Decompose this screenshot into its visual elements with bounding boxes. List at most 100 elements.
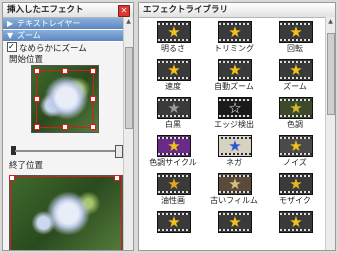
effect-thumbnail: ★ [279, 211, 313, 233]
slider-track [15, 150, 119, 152]
zoom-time-slider[interactable] [11, 145, 125, 158]
crop-handle[interactable] [90, 68, 96, 74]
effect-library-title: エフェクトライブラリ [139, 3, 335, 18]
effect-item[interactable]: ★ トリミング [204, 21, 264, 58]
star-icon: ★ [289, 137, 303, 155]
effect-thumbnail: ★ [279, 173, 313, 195]
crop-handle[interactable] [114, 175, 120, 181]
star-icon: ☆ [228, 99, 242, 117]
star-icon: ★ [167, 23, 181, 41]
effect-item[interactable]: ★ 明るさ [143, 21, 203, 58]
effect-item[interactable]: ★ 白黒 [143, 97, 203, 134]
effect-item[interactable]: ★ ノイズ [265, 135, 325, 172]
effect-item[interactable]: ★ [143, 211, 203, 248]
scroll-up-icon[interactable]: ▲ [327, 18, 334, 26]
crop-handle[interactable] [34, 68, 40, 74]
start-position-preview[interactable] [31, 65, 99, 133]
inserted-effects-title: 挿入したエフェクト [3, 3, 133, 18]
crop-handle[interactable] [90, 96, 96, 102]
effect-label: 回転 [287, 44, 303, 53]
effect-item[interactable]: ★ 色調 [265, 97, 325, 134]
star-icon: ★ [167, 175, 181, 193]
effect-item[interactable]: ★ [204, 211, 264, 248]
effect-label: 白黒 [165, 120, 181, 129]
section-zoom[interactable]: ▼ ズーム [3, 30, 133, 42]
star-icon: ★ [228, 61, 242, 79]
effect-label: 速度 [165, 82, 181, 91]
effect-label: ネガ [226, 158, 242, 167]
left-scrollbar[interactable]: ▲ [123, 17, 133, 250]
section-zoom-label: ズーム [17, 31, 41, 40]
crop-handle[interactable] [90, 124, 96, 130]
star-icon: ★ [228, 175, 242, 193]
star-icon: ★ [289, 61, 303, 79]
right-scrollbar[interactable]: ▲ [325, 17, 335, 250]
effect-item[interactable]: ★ 古いフィルム [204, 173, 264, 210]
effect-thumbnail: ★ [279, 97, 313, 119]
effect-label: エッジ検出 [214, 120, 254, 129]
crop-handle[interactable] [34, 124, 40, 130]
end-crop-frame[interactable] [10, 176, 122, 250]
scroll-thumb[interactable] [125, 47, 133, 129]
effect-label: トリミング [214, 44, 254, 53]
effect-label: 明るさ [161, 44, 185, 53]
star-icon: ★ [167, 137, 181, 155]
effect-item[interactable]: ★ 速度 [143, 59, 203, 96]
effect-item[interactable]: ★ モザイク [265, 173, 325, 210]
effect-item[interactable]: ★ [265, 211, 325, 248]
section-text-layer-label: テキストレイヤー [17, 19, 81, 28]
expand-arrow-icon: ▶ [7, 19, 14, 28]
effect-thumbnail: ★ [157, 59, 191, 81]
effect-item[interactable]: ★ 油性画 [143, 173, 203, 210]
effect-item[interactable]: ★ ネガ [204, 135, 264, 172]
effect-thumbnail: ★ [157, 135, 191, 157]
star-icon: ★ [167, 213, 181, 231]
effect-label: 色調 [287, 120, 303, 129]
effect-thumbnail: ★ [279, 59, 313, 81]
effect-thumbnail: ☆ [218, 97, 252, 119]
star-icon: ★ [167, 61, 181, 79]
effect-item[interactable]: ★ ズーム [265, 59, 325, 96]
effect-item[interactable]: ☆ エッジ検出 [204, 97, 264, 134]
effect-label: モザイク [279, 196, 311, 205]
effect-label: ノイズ [283, 158, 307, 167]
effect-thumbnail: ★ [157, 21, 191, 43]
effect-thumbnail: ★ [218, 211, 252, 233]
star-icon: ★ [289, 23, 303, 41]
crop-handle[interactable] [62, 124, 68, 130]
effect-label: 油性画 [161, 196, 185, 205]
effect-thumbnail: ★ [218, 21, 252, 43]
section-text-layer[interactable]: ▶ テキストレイヤー [3, 18, 133, 30]
effect-thumbnail: ★ [279, 21, 313, 43]
star-icon: ★ [228, 137, 242, 155]
effect-item[interactable]: ★ 回転 [265, 21, 325, 58]
scroll-thumb[interactable] [327, 33, 335, 115]
effect-thumbnail: ★ [218, 59, 252, 81]
crop-handle[interactable] [9, 175, 15, 181]
close-icon[interactable]: ✕ [118, 5, 130, 17]
crop-handle[interactable] [62, 68, 68, 74]
effect-label: 古いフィルム [210, 196, 258, 205]
effect-thumbnail: ★ [157, 97, 191, 119]
star-icon: ★ [289, 213, 303, 231]
scroll-up-icon[interactable]: ▲ [125, 18, 132, 26]
star-icon: ★ [228, 213, 242, 231]
smooth-zoom-row[interactable]: なめらかにズーム [3, 40, 133, 55]
star-icon: ★ [289, 99, 303, 117]
effect-item[interactable]: ★ 自動ズーム [204, 59, 264, 96]
effect-label: 自動ズーム [214, 82, 254, 91]
effect-thumbnail: ★ [157, 173, 191, 195]
crop-handle[interactable] [34, 96, 40, 102]
effect-thumbnail: ★ [279, 135, 313, 157]
effect-thumbnail: ★ [218, 135, 252, 157]
smooth-zoom-checkbox[interactable] [7, 40, 17, 53]
start-crop-frame[interactable] [36, 70, 94, 128]
end-position-preview[interactable] [9, 175, 123, 250]
effect-thumbnail: ★ [218, 173, 252, 195]
effect-item[interactable]: ★ 色調サイクル [143, 135, 203, 172]
star-icon: ★ [289, 175, 303, 193]
effect-thumbnail: ★ [157, 211, 191, 233]
end-position-label: 終了位置 [9, 161, 44, 171]
effect-label: 色調サイクル [149, 158, 197, 167]
slider-thumb[interactable] [115, 145, 123, 158]
